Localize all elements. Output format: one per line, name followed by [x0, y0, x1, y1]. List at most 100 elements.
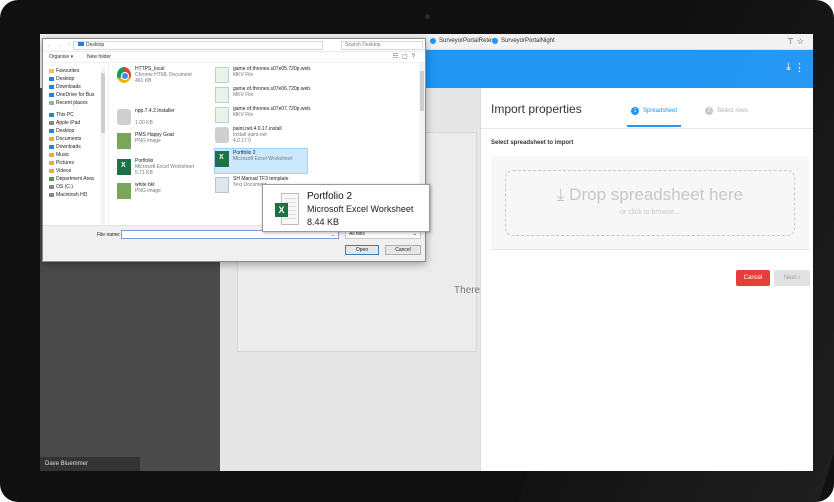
file-item[interactable]: npp.7.4.2.Installer 1.00 KB [117, 107, 209, 131]
nav-item[interactable]: This PC [49, 111, 104, 119]
file-item[interactable]: PMS Happy Goat PNG image [117, 131, 209, 155]
file-meta2: 1.00 KB [135, 120, 153, 126]
dialog-address-bar-row: ← → ↑ Desktop Search Desktop [43, 39, 425, 52]
file-name-label: File name: [97, 232, 121, 238]
chrome-icon [117, 67, 131, 83]
organise-button[interactable]: Organise ▾ [49, 54, 73, 60]
nav-item-label: OneDrive for Bus [56, 92, 95, 98]
file-item[interactable]: HTTPS_local Chrome HTML Document 461 KB [117, 65, 209, 89]
file-item[interactable]: PortfolioMicrosoft Excel Worksheet5.71 K… [117, 157, 209, 181]
nav-item[interactable]: Downloads [49, 83, 104, 91]
nav-item[interactable]: Apple iPad [49, 119, 104, 127]
search-placeholder: Search Desktop [345, 42, 381, 48]
file-meta: MKV File [233, 92, 254, 98]
nav-item[interactable]: Pictures [49, 159, 104, 167]
nav-item[interactable]: OS (C:) [49, 183, 104, 191]
nav-item-label: Pictures [56, 160, 75, 166]
nav-item-label: Department Area [56, 176, 94, 182]
dialog-cancel-label: Cancel [395, 247, 411, 253]
nav-item[interactable]: Music [49, 151, 104, 159]
step-label: Spreadsheet [643, 108, 678, 114]
sidebar-user[interactable]: Dave Bluemmer [40, 457, 140, 471]
nav-item[interactable]: Desktop [49, 127, 104, 135]
installer-icon [215, 127, 229, 143]
file-item[interactable]: paint.net.4.0.17.install Install paint.ne… [215, 125, 307, 149]
search-input[interactable]: Search Desktop [341, 41, 423, 50]
video-file-icon [215, 87, 229, 103]
dropzone-label: Drop spreadsheet here [569, 185, 744, 204]
pin-icon[interactable]: ⊤ [787, 37, 797, 46]
nav-item-label: Music [56, 152, 70, 158]
upload-icon: ⤓ [556, 185, 570, 204]
step-spreadsheet[interactable]: 1 Spreadsheet [631, 107, 677, 115]
image-file-icon [117, 133, 131, 149]
video-file-icon [215, 107, 229, 123]
spreadsheet-dropzone[interactable]: ⤓ Drop spreadsheet here or click to brow… [505, 170, 795, 236]
background-text: There [454, 285, 481, 296]
download-icon[interactable]: ⤓ [786, 61, 791, 74]
nav-item-label: This PC [56, 112, 74, 118]
nav-item-label: Desktop [56, 76, 75, 82]
nav-item-label: Macintosh HD [56, 192, 88, 198]
folder-icon [49, 85, 54, 89]
dialog-cancel-button[interactable]: Cancel [385, 245, 421, 255]
chevron-down-icon: ⌄ [412, 231, 417, 237]
folder-icon [78, 42, 84, 46]
dropzone-container: ⤓ Drop spreadsheet here or click to brow… [491, 156, 809, 250]
nav-item[interactable]: Desktop [49, 75, 104, 83]
nav-item[interactable]: Videos [49, 167, 104, 175]
folder-icon [49, 121, 54, 125]
nav-item[interactable]: Documents [49, 135, 104, 143]
nav-item-label: Downloads [56, 144, 81, 150]
cancel-button[interactable]: Cancel [736, 270, 770, 286]
view-options[interactable]: ☷▢? [393, 53, 419, 60]
browser-tab-1[interactable]: SurveyorPortalRetest [430, 38, 496, 44]
folder-icon [49, 137, 54, 141]
chevron-down-icon[interactable]: ⌄ [331, 232, 335, 238]
nav-item[interactable]: Department Area [49, 175, 104, 183]
nav-scrollbar[interactable] [101, 67, 105, 227]
more-vert-icon[interactable]: ⋮ [794, 61, 805, 74]
nav-item-label: Recent places [56, 100, 88, 106]
help-icon[interactable]: ? [412, 54, 419, 60]
file-tooltip: X Portfolio 2 Microsoft Excel Worksheet … [262, 184, 430, 232]
tooltip-file-size: 8.44 KB [307, 217, 340, 227]
nav-item[interactable]: Downloads [49, 143, 104, 151]
nav-item-label: Desktop [56, 128, 75, 134]
folder-icon [49, 93, 54, 97]
browser-tab-2[interactable]: SurveyorPortalNight [492, 38, 555, 44]
file-item[interactable]: Portfolio 2Microsoft Excel Worksheet [214, 148, 308, 174]
screen: SurveyorPortalRetest SurveyorPortalNight… [40, 34, 813, 471]
nav-item[interactable]: Macintosh HD [49, 191, 104, 199]
cancel-label: Cancel [743, 275, 763, 281]
open-button[interactable]: Open [345, 245, 379, 255]
nav-item[interactable]: Recent places [49, 99, 104, 107]
nav-item[interactable]: OneDrive for Bus [49, 91, 104, 99]
folder-icon [49, 161, 54, 165]
nav-arrows[interactable]: ← → ↑ [47, 42, 72, 48]
open-label: Open [355, 247, 369, 253]
import-panel: Import properties 1 Spreadsheet 2 Select… [480, 88, 813, 471]
browser-tab-bar: SurveyorPortalRetest SurveyorPortalNight… [426, 34, 813, 50]
folder-icon [49, 129, 54, 133]
view-icon[interactable]: ☷ [393, 54, 402, 60]
dropzone-hint: or click to browse... [620, 209, 680, 216]
folder-icon [49, 185, 54, 189]
folder-icon [49, 113, 54, 117]
excel-file-icon [215, 151, 229, 167]
step-number: 2 [705, 107, 713, 115]
active-step-indicator [627, 125, 681, 127]
star-icon[interactable]: ☆ [797, 37, 807, 46]
file-meta: MKV File [233, 112, 254, 118]
dropzone-main-text: ⤓ Drop spreadsheet here [506, 185, 794, 205]
nav-item[interactable]: Favourites [49, 67, 104, 75]
image-file-icon [117, 183, 131, 199]
next-button[interactable]: Next › [774, 270, 810, 286]
address-bar[interactable]: Desktop [73, 41, 323, 50]
sidebar-user-label: Dave Bluemmer [45, 461, 89, 467]
preview-pane-icon[interactable]: ▢ [402, 54, 412, 60]
tab-label: SurveyorPortalNight [501, 38, 555, 44]
file-item[interactable]: white bkl PNG image [117, 181, 209, 205]
step-select-rows[interactable]: 2 Select rows [705, 107, 748, 115]
new-folder-button[interactable]: New folder [87, 54, 111, 60]
